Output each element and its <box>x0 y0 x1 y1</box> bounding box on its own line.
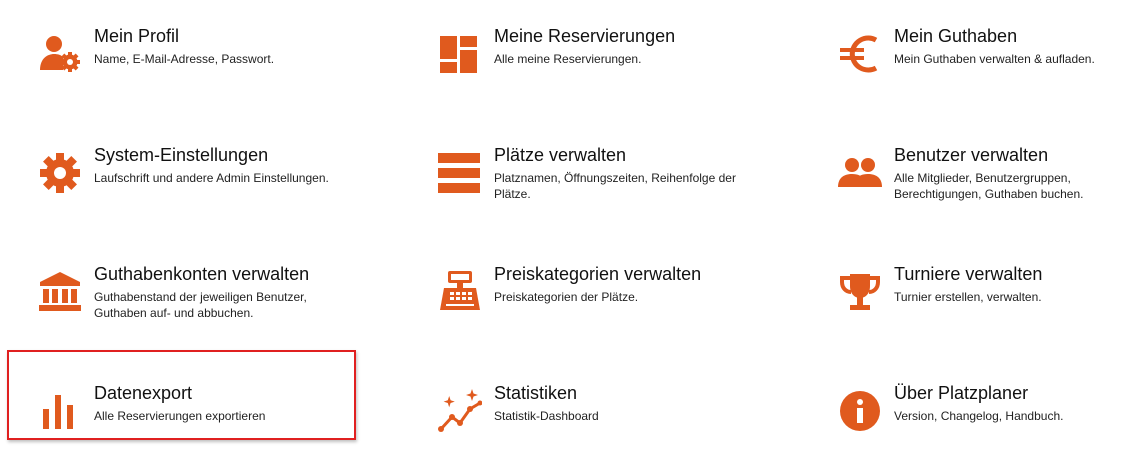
admin-menu-grid: Mein Profil Name, E-Mail-Adresse, Passwo… <box>0 0 1143 456</box>
tile-description: Alle Mitglieder, Benutzergruppen, Berech… <box>894 171 1084 201</box>
tile-mein-profil[interactable]: Mein Profil Name, E-Mail-Adresse, Passwo… <box>10 24 340 114</box>
tile-plaetze-verwalten[interactable]: Plätze verwalten Platznamen, Öffnungszei… <box>410 143 740 233</box>
tile-title: Meine Reservierungen <box>494 26 676 46</box>
euro-icon <box>838 32 882 76</box>
tile-title: Datenexport <box>94 383 193 403</box>
bank-icon <box>38 270 82 314</box>
tile-system-einstellungen[interactable]: System-Einstellungen Laufschrift und and… <box>10 143 340 233</box>
tile-datenexport[interactable]: Datenexport Alle Reservierungen exportie… <box>10 381 340 456</box>
tile-benutzer-verwalten[interactable]: Benutzer verwalten Alle Mitglieder, Benu… <box>810 143 1140 233</box>
gear-icon <box>38 151 82 195</box>
tile-title: Mein Profil <box>94 26 180 46</box>
user-gear-icon <box>38 32 82 76</box>
tile-title: Benutzer verwalten <box>894 145 1049 165</box>
tile-title: Guthabenkonten verwalten <box>94 264 310 284</box>
tile-description: Turnier erstellen, verwalten. <box>894 290 1042 304</box>
cash-register-icon <box>438 270 482 314</box>
users-icon <box>838 151 882 195</box>
bar-chart-icon <box>38 389 82 433</box>
dashboard-icon <box>438 32 482 76</box>
tile-title: Plätze verwalten <box>494 145 627 165</box>
tile-meine-reservierungen[interactable]: Meine Reservierungen Alle meine Reservie… <box>410 24 740 114</box>
info-icon <box>838 389 882 433</box>
tile-turniere-verwalten[interactable]: Turniere verwalten Turnier erstellen, ve… <box>810 262 1140 352</box>
tile-description: Mein Guthaben verwalten & aufladen. <box>894 52 1095 66</box>
tile-description: Name, E-Mail-Adresse, Passwort. <box>94 52 275 66</box>
tile-description: Platznamen, Öffnungszeiten, Reihenfolge … <box>494 171 736 201</box>
tile-mein-guthaben[interactable]: Mein Guthaben Mein Guthaben verwalten & … <box>810 24 1140 114</box>
tile-title: Turniere verwalten <box>894 264 1043 284</box>
tile-description: Preiskategorien der Plätze. <box>494 290 639 304</box>
tile-title: System-Einstellungen <box>94 145 269 165</box>
tile-description: Version, Changelog, Handbuch. <box>894 409 1064 423</box>
trophy-icon <box>838 270 882 314</box>
tile-guthabenkonten-verwalten[interactable]: Guthabenkonten verwalten Guthabenstand d… <box>10 262 340 352</box>
tile-description: Laufschrift und andere Admin Einstellung… <box>94 171 329 185</box>
tile-ueber-platzplaner[interactable]: Über Platzplaner Version, Changelog, Han… <box>810 381 1140 456</box>
tile-title: Mein Guthaben <box>894 26 1018 46</box>
tile-description: Alle Reservierungen exportieren <box>94 409 266 423</box>
tile-description: Alle meine Reservierungen. <box>494 52 642 66</box>
tile-title: Über Platzplaner <box>894 383 1029 403</box>
tile-description: Guthabenstand der jeweiligen Benutzer, G… <box>94 290 307 320</box>
tile-description: Statistik-Dashboard <box>494 409 599 423</box>
tile-title: Preiskategorien verwalten <box>494 264 702 284</box>
sparkle-line-chart-icon <box>438 389 482 433</box>
tile-preiskategorien-verwalten[interactable]: Preiskategorien verwalten Preiskategorie… <box>410 262 740 352</box>
tile-title: Statistiken <box>494 383 578 403</box>
list-bars-icon <box>438 151 482 195</box>
tile-statistiken[interactable]: Statistiken Statistik-Dashboard <box>410 381 740 456</box>
